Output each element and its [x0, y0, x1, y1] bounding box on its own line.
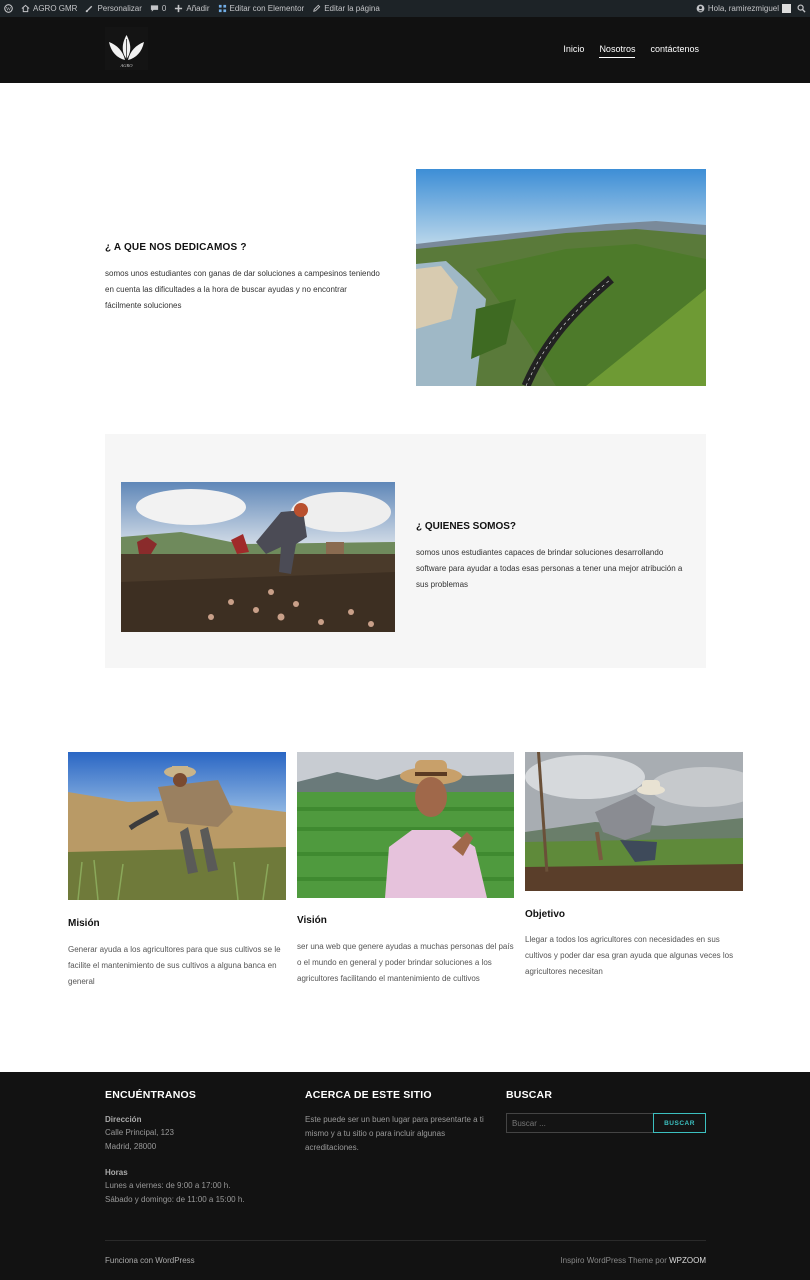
customize-label: Personalizar: [97, 4, 142, 13]
avatar: [782, 4, 791, 13]
comments-item[interactable]: 0: [150, 4, 166, 13]
vision-text: ser una web que genere ayudas a muchas p…: [297, 942, 514, 983]
footer-address-line1: Calle Principal, 123: [105, 1128, 174, 1137]
nav-link-nosotros[interactable]: Nosotros: [599, 44, 636, 58]
coastal-road-image: [416, 169, 706, 386]
nav-link-inicio[interactable]: Inicio: [563, 44, 584, 58]
mision-farmer-image: [68, 752, 286, 900]
footer-address-line2: Madrid, 28000: [105, 1142, 157, 1151]
plus-icon: [174, 4, 183, 13]
greeting-label: Hola, ramirezmiguel: [707, 4, 779, 13]
mision-title: Misión: [68, 918, 100, 929]
footer-about-text: Este puede ser un buen lugar para presen…: [305, 1115, 484, 1152]
wordpress-icon: W: [4, 4, 13, 13]
comment-icon: [150, 4, 159, 13]
leaf-logo-icon: AGRO: [105, 27, 148, 70]
vision-title: Visión: [297, 915, 327, 926]
site-logo[interactable]: AGRO: [105, 27, 148, 70]
farmers-potato-field-image: [121, 482, 395, 632]
wordpress-logo-item[interactable]: W: [4, 4, 13, 13]
footer-search-input[interactable]: [506, 1113, 654, 1133]
account-item[interactable]: Hola, ramirezmiguel: [696, 4, 791, 13]
footer-hours-label: Horas: [105, 1168, 128, 1177]
footer-search-button[interactable]: BUSCAR: [653, 1113, 706, 1133]
home-icon: [21, 4, 30, 13]
theme-credit-prefix: Inspiro WordPress Theme por: [560, 1256, 667, 1265]
site-footer: ENCUÉNTRANOS Dirección Calle Principal, …: [0, 1072, 810, 1280]
elementor-icon: [218, 4, 227, 13]
footer-hours-line2: Sábado y domingo: de 11:00 a 15:00 h.: [105, 1195, 245, 1204]
footer-address-label: Dirección: [105, 1115, 142, 1124]
vision-farmer-image: [297, 752, 514, 898]
pencil-icon: [312, 4, 321, 13]
section-who-title: ¿ QUIENES SOMOS?: [416, 521, 517, 532]
nav-link-contactenos[interactable]: contáctenos: [650, 44, 699, 58]
edit-page-label: Editar la página: [324, 4, 380, 13]
edit-page-item[interactable]: Editar la página: [312, 4, 380, 13]
powered-by-link[interactable]: Funciona con WordPress: [105, 1256, 195, 1265]
edit-with-label: Editar con Elementor: [229, 4, 305, 13]
site-header: AGRO Inicio Nosotros contáctenos: [0, 17, 810, 83]
objetivo-text: Llegar a todos los agricultores con nece…: [525, 935, 734, 976]
edit-with-elementor-item[interactable]: Editar con Elementor: [218, 4, 305, 13]
section-what-text: somos unos estudiantes con ganas de dar …: [105, 269, 380, 310]
mision-text: Generar ayuda a los agricultores para qu…: [68, 945, 281, 986]
wpzoom-link[interactable]: WPZOOM: [669, 1256, 706, 1265]
footer-divider: [105, 1240, 706, 1241]
brush-icon: [85, 4, 94, 13]
site-name-label: AGRO GMR: [33, 4, 78, 13]
footer-search-heading: BUSCAR: [506, 1089, 553, 1101]
new-label: Añadir: [186, 4, 210, 13]
customize-item[interactable]: Personalizar: [85, 4, 142, 13]
objetivo-title: Objetivo: [525, 909, 566, 920]
new-item[interactable]: Añadir: [174, 4, 210, 13]
site-name-item[interactable]: AGRO GMR: [21, 4, 77, 13]
objetivo-farmer-image: [525, 752, 743, 891]
admin-bar: W AGRO GMR Personalizar 0 Añadir Editar …: [0, 0, 810, 17]
footer-about-heading: ACERCA DE ESTE SITIO: [305, 1089, 432, 1101]
theme-credit: Inspiro WordPress Theme por WPZOOM: [560, 1256, 706, 1265]
section-who-text: somos unos estudiantes capaces de brinda…: [416, 548, 683, 589]
main-nav: Inicio Nosotros contáctenos: [563, 44, 699, 58]
footer-hours-line1: Lunes a viernes: de 9:00 a 17:00 h.: [105, 1181, 231, 1190]
search-icon[interactable]: [797, 4, 806, 13]
footer-find-us-heading: ENCUÉNTRANOS: [105, 1089, 197, 1101]
comments-count: 0: [161, 4, 167, 13]
user-icon: [696, 4, 705, 13]
svg-text:AGRO: AGRO: [120, 63, 134, 68]
section-what-title: ¿ A QUE NOS DEDICAMOS ?: [105, 242, 247, 253]
